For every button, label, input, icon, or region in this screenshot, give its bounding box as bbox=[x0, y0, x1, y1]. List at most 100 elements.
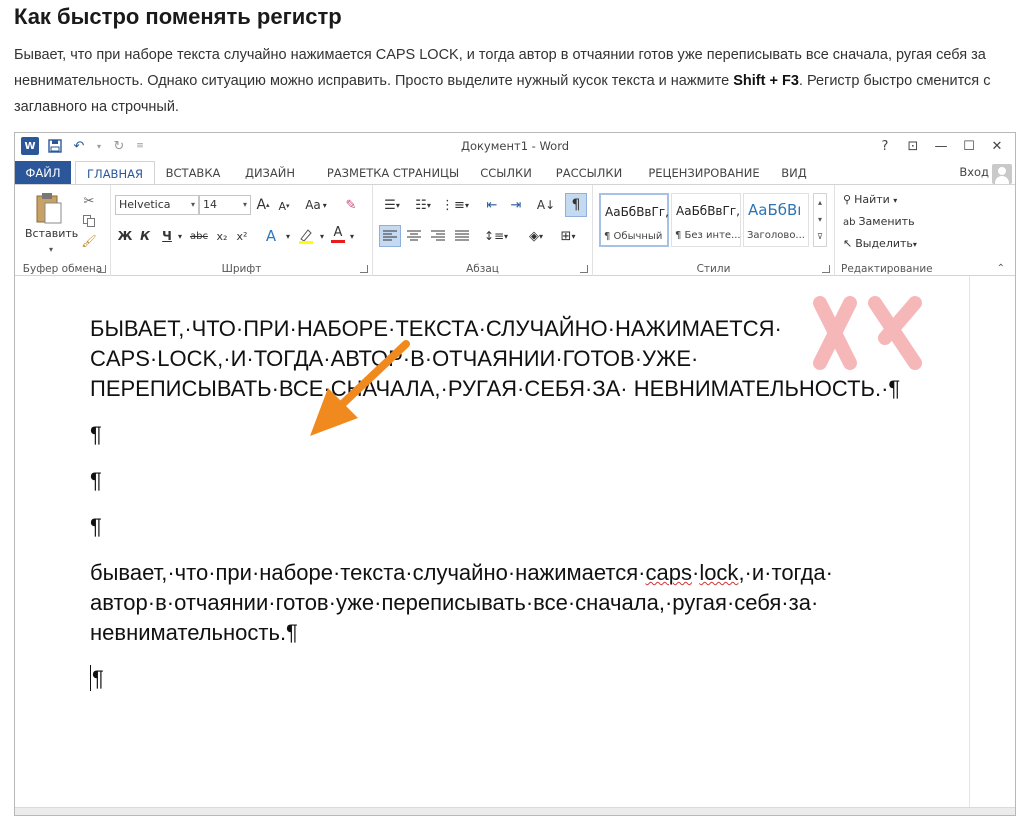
style-name: ¶ Без инте... bbox=[675, 230, 741, 241]
align-left-icon[interactable] bbox=[379, 225, 401, 247]
strikethrough-button[interactable]: abc bbox=[187, 227, 211, 245]
editing-group-label: Редактирование bbox=[841, 263, 933, 275]
help-button[interactable]: ? bbox=[871, 135, 899, 157]
window-controls: ? ⊡ — ☐ ✕ bbox=[871, 135, 1011, 157]
style-normal[interactable]: АаБбВвГг, ¶ Обычный bbox=[599, 193, 669, 247]
maximize-button[interactable]: ☐ bbox=[955, 135, 983, 157]
vertical-scrollbar[interactable] bbox=[969, 276, 1015, 815]
show-formatting-marks-button[interactable]: ¶ bbox=[565, 193, 587, 217]
justify-icon[interactable] bbox=[451, 225, 473, 247]
undo-icon[interactable]: ↶ bbox=[71, 138, 87, 154]
underline-button[interactable]: Ч bbox=[159, 227, 175, 245]
paste-icon[interactable] bbox=[27, 191, 71, 225]
cut-icon[interactable]: ✂ bbox=[81, 193, 97, 209]
tab-file[interactable]: ФАЙЛ bbox=[15, 161, 71, 185]
replace-button[interactable]: ab Заменить bbox=[843, 215, 915, 228]
style-sample: АаБбВвГг, bbox=[676, 204, 740, 218]
replace-label: Заменить bbox=[858, 215, 915, 228]
document-area[interactable]: БЫВАЕТ,·ЧТО·ПРИ·НАБОРЕ·ТЕКСТА·СЛУЧАЙНО·Н… bbox=[15, 276, 1015, 815]
close-button[interactable]: ✕ bbox=[983, 135, 1011, 157]
empty-paragraph-mark: ¶ bbox=[90, 468, 102, 493]
tab-insert[interactable]: ВСТАВКА bbox=[161, 161, 225, 185]
group-font: Helvetica ▾ 14 ▾ A ▴ A ▾ Aa ▾ ✎ Ж К Ч ▾ abc x… bbox=[111, 185, 373, 277]
bullets-icon[interactable]: ☰ ▾ bbox=[379, 195, 405, 215]
clear-formatting-icon[interactable]: ✎ bbox=[341, 195, 361, 215]
paragraph-launcher-icon[interactable] bbox=[580, 265, 588, 273]
sort-icon[interactable]: A↓ bbox=[535, 195, 557, 215]
redo-icon[interactable]: ↻ bbox=[111, 138, 127, 154]
paste-button-label[interactable]: Вставить bbox=[25, 227, 78, 240]
signin-link[interactable]: Вход bbox=[959, 165, 989, 179]
styles-scroll[interactable]: ▴ ▾ ⊽ bbox=[813, 193, 827, 247]
chevron-down-icon[interactable]: ▾ bbox=[317, 227, 327, 245]
collapse-ribbon-icon[interactable]: ⌃ bbox=[997, 263, 1005, 274]
bold-button[interactable]: Ж bbox=[117, 227, 133, 245]
select-button[interactable]: ↖ Выделить▾ bbox=[843, 237, 917, 250]
highlight-icon[interactable] bbox=[295, 225, 317, 247]
save-icon[interactable] bbox=[47, 138, 63, 154]
chevron-down-icon: ▾ bbox=[190, 200, 195, 209]
tab-design[interactable]: ДИЗАЙН bbox=[241, 161, 299, 185]
align-right-icon[interactable] bbox=[427, 225, 449, 247]
decrease-indent-icon[interactable]: ⇤ bbox=[481, 195, 503, 215]
text-effects-icon[interactable]: A bbox=[261, 227, 281, 245]
superscript-button[interactable]: x² bbox=[233, 227, 251, 245]
chevron-down-icon[interactable]: ▾ bbox=[95, 138, 103, 154]
chevron-down-icon[interactable]: ▾ bbox=[347, 227, 357, 245]
chevron-down-icon[interactable]: ▾ bbox=[283, 227, 293, 245]
window-title: Документ1 - Word bbox=[460, 139, 570, 153]
grow-font-button[interactable]: A ▴ bbox=[255, 195, 271, 215]
ribbon: Вставить ▾ ✂ 🖌 Буфер обмена Helvetica ▾ 1… bbox=[15, 184, 1015, 277]
minimize-button[interactable]: — bbox=[927, 135, 955, 157]
shrink-font-button[interactable]: A ▾ bbox=[277, 197, 291, 215]
find-button[interactable]: ⚲ Найти ▾ bbox=[843, 193, 897, 206]
styles-group-label: Стили bbox=[696, 263, 731, 275]
numbering-icon[interactable]: ☷ ▾ bbox=[409, 195, 437, 215]
misspelled-word: caps bbox=[645, 560, 692, 585]
font-size-select[interactable]: 14 ▾ bbox=[199, 195, 251, 215]
chevron-down-icon[interactable]: ▾ bbox=[175, 227, 185, 245]
line-spacing-icon[interactable]: ↕≡ ▾ bbox=[481, 225, 511, 247]
tab-references[interactable]: ССЫЛКИ bbox=[477, 161, 535, 185]
shrink-font-label: A bbox=[278, 199, 286, 213]
clipboard-group-label: Буфер обмена bbox=[22, 263, 103, 275]
tab-review[interactable]: РЕЦЕНЗИРОВАНИЕ bbox=[643, 161, 765, 185]
word-logo-icon[interactable]: W bbox=[21, 137, 39, 155]
font-color-icon[interactable]: A bbox=[329, 223, 347, 245]
document-body[interactable]: БЫВАЕТ,·ЧТО·ПРИ·НАБОРЕ·ТЕКСТА·СЛУЧАЙНО·Н… bbox=[90, 314, 910, 694]
change-case-button[interactable]: Aa ▾ bbox=[301, 195, 331, 215]
grow-font-label: A bbox=[256, 197, 267, 213]
format-painter-icon[interactable]: 🖌 bbox=[81, 233, 97, 249]
font-family-select[interactable]: Helvetica ▾ bbox=[115, 195, 199, 215]
text-cursor bbox=[90, 665, 91, 691]
copy-icon[interactable] bbox=[81, 213, 97, 229]
lowercase-text: бывает,·что·при·наборе·текста·случайно·н… bbox=[90, 560, 646, 585]
word-window: W ↶ ▾ ↻ ≡ Документ1 - Word ? ⊡ — ☐ ✕ ФАЙ… bbox=[14, 132, 1016, 816]
style-name: Заголово... bbox=[747, 230, 805, 241]
tab-home[interactable]: ГЛАВНАЯ bbox=[75, 161, 155, 185]
clipboard-launcher-icon[interactable] bbox=[98, 265, 106, 273]
style-heading[interactable]: АаБбВı Заголово... bbox=[743, 193, 809, 247]
tab-view[interactable]: ВИД bbox=[779, 161, 809, 185]
shading-icon[interactable]: ◈ ▾ bbox=[521, 225, 551, 247]
select-label: Выделить bbox=[855, 237, 913, 250]
multilevel-list-icon[interactable]: ⋮≡ ▾ bbox=[441, 195, 469, 215]
styles-launcher-icon[interactable] bbox=[822, 265, 830, 273]
font-launcher-icon[interactable] bbox=[360, 265, 368, 273]
style-no-spacing[interactable]: АаБбВвГг, ¶ Без инте... bbox=[671, 193, 741, 247]
paste-dropdown-icon[interactable]: ▾ bbox=[49, 245, 53, 254]
lowercase-paragraph: бывает,·что·при·наборе·текста·случайно·н… bbox=[90, 558, 910, 648]
avatar[interactable] bbox=[992, 164, 1012, 184]
tab-layout[interactable]: РАЗМЕТКА СТРАНИЦЫ bbox=[319, 161, 467, 185]
ribbon-display-button[interactable]: ⊡ bbox=[899, 135, 927, 157]
align-center-icon[interactable] bbox=[403, 225, 425, 247]
subscript-button[interactable]: x₂ bbox=[213, 227, 231, 245]
borders-icon[interactable]: ⊞ ▾ bbox=[553, 225, 583, 247]
increase-indent-icon[interactable]: ⇥ bbox=[505, 195, 527, 215]
tab-mailings[interactable]: РАССЫЛКИ bbox=[551, 161, 627, 185]
empty-paragraph-mark: ¶ bbox=[90, 514, 102, 539]
ribbon-tabs: ФАЙЛ ГЛАВНАЯ ВСТАВКА ДИЗАЙН РАЗМЕТКА СТР… bbox=[15, 161, 1015, 185]
customize-qat-icon[interactable]: ≡ bbox=[135, 138, 145, 154]
group-styles: АаБбВвГг, ¶ Обычный АаБбВвГг, ¶ Без инте… bbox=[593, 185, 835, 277]
italic-button[interactable]: К bbox=[137, 227, 153, 245]
